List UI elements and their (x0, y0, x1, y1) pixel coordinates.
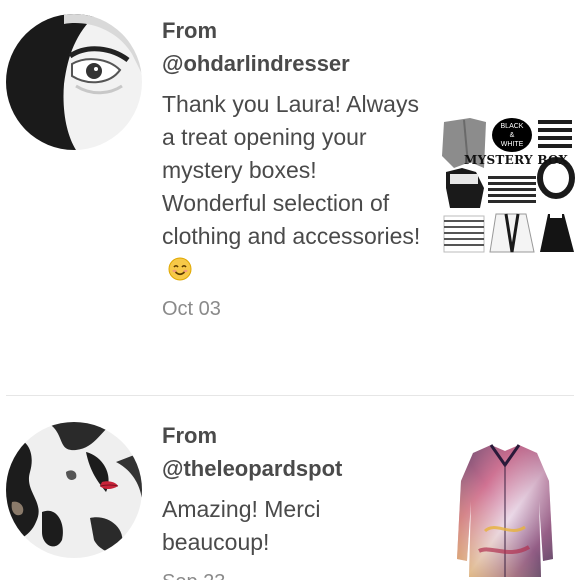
from-label: From (162, 423, 217, 448)
review-message: Amazing! Merci beaucoup! (162, 496, 321, 555)
review-date: Oct 03 (162, 298, 221, 320)
username-link[interactable]: @ohdarlindresser (162, 47, 422, 80)
review-message: Thank you Laura! Always a treat opening … (162, 88, 422, 286)
avatar-photo (6, 14, 142, 150)
avatar-photo (6, 422, 142, 558)
badge-line-3: WHITE (500, 141, 524, 148)
review-item: From @theleopardspot Amazing! Merci beau… (0, 397, 580, 580)
review-date: Sep 23 (162, 567, 422, 580)
smiling-face-icon (168, 257, 192, 281)
username-link[interactable]: @theleopardspot (162, 452, 422, 485)
printed-blouse (457, 444, 553, 577)
review-content: From @ohdarlindresser Thank you Laura! A… (162, 14, 422, 324)
avatar[interactable] (6, 14, 142, 150)
review-item: From @ohdarlindresser Thank you Laura! A… (0, 0, 580, 395)
badge-line-2: & (509, 132, 515, 139)
review-content: From @theleopardspot Amazing! Merci beau… (162, 419, 422, 580)
product-image[interactable] (455, 441, 555, 580)
badge-line-1: BLACK (500, 123, 524, 130)
divider (6, 395, 574, 396)
avatar[interactable] (6, 422, 142, 558)
from-label: From (162, 18, 217, 43)
reviews-feed: From @ohdarlindresser Thank you Laura! A… (0, 0, 580, 580)
product-image[interactable]: BLACK & WHITE MYSTERY BOX (440, 116, 576, 254)
review-message-text: Thank you Laura! Always a treat opening … (162, 91, 421, 249)
mystery-box-caption: MYSTERY BOX (464, 153, 569, 167)
black-white-badge: BLACK & WHITE (492, 118, 532, 152)
